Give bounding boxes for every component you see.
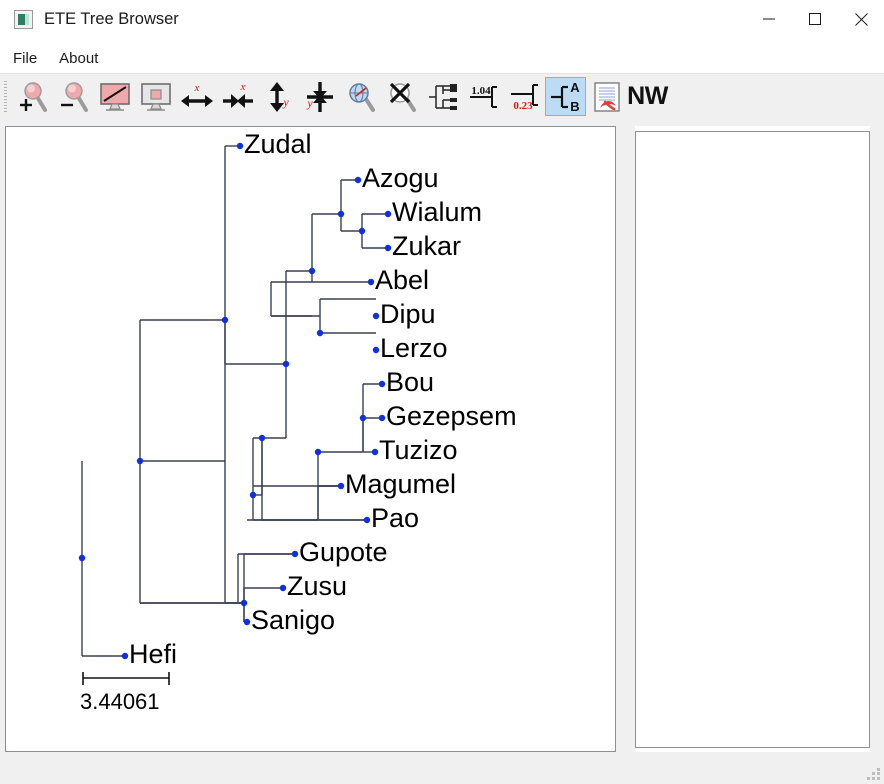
newick-button[interactable]: NW	[627, 77, 668, 116]
scale-bar: 3.44061	[80, 672, 170, 714]
magnifier-minus-icon	[60, 81, 88, 112]
maximize-button[interactable]	[792, 0, 838, 38]
leaf-label: Zukar	[392, 231, 461, 261]
leaf-names-ab-icon: A B	[550, 80, 580, 114]
expand-x-button[interactable]: x	[176, 77, 217, 116]
leaf-label: Zudal	[244, 129, 312, 159]
maximize-icon	[809, 13, 821, 25]
fit-screen-button[interactable]	[94, 77, 135, 116]
window-controls	[746, 0, 884, 38]
pane-background-bottom	[0, 752, 884, 784]
leaf-label: Tuzizo	[379, 435, 458, 465]
leaf-label: Pao	[371, 503, 419, 533]
expand-y-button[interactable]: y	[258, 77, 299, 116]
tree-leaf-nodes	[121, 142, 392, 660]
tree-leaf-labels: Zudal Azogu Wialum Zukar Abel Dipu Lerzo…	[129, 129, 517, 669]
toolbar: x x y y 1.04 0.23 A B NW	[0, 73, 884, 120]
svg-text:x: x	[239, 81, 245, 93]
properties-panel[interactable]	[635, 131, 870, 748]
show-leaf-names-button[interactable]: A B	[545, 77, 586, 116]
pane-background-top	[0, 118, 884, 126]
toolbar-drag-handle[interactable]	[4, 80, 7, 113]
svg-text:y: y	[282, 95, 289, 109]
tree-canvas[interactable]: Zudal Azogu Wialum Zukar Abel Dipu Lerzo…	[5, 126, 616, 752]
leaf-label: Abel	[375, 265, 429, 295]
phylogenetic-tree: Zudal Azogu Wialum Zukar Abel Dipu Lerzo…	[78, 129, 517, 714]
document-render-icon	[593, 81, 620, 112]
leaf-label: Wialum	[392, 197, 482, 227]
resize-grip[interactable]	[867, 768, 880, 781]
show-topology-button[interactable]	[422, 77, 463, 116]
minimize-button[interactable]	[746, 0, 792, 38]
minimize-icon	[763, 18, 775, 20]
title-bar: ETE Tree Browser	[0, 0, 884, 38]
leaf-label: Zusu	[287, 571, 347, 601]
newick-label: NW	[627, 82, 668, 110]
menu-about[interactable]: About	[50, 48, 107, 69]
leaf-label: Magumel	[345, 469, 456, 499]
leaf-label: Gezepsem	[386, 401, 517, 431]
app-icon	[14, 9, 33, 29]
arrows-inward-x-icon: x	[222, 81, 253, 108]
pane-splitter[interactable]	[616, 126, 635, 752]
show-branch-length-button[interactable]: 1.04	[463, 77, 504, 116]
arrows-inward-y-icon: y	[306, 81, 333, 112]
svg-text:0.23: 0.23	[513, 100, 533, 112]
scale-bar-label: 3.44061	[80, 689, 160, 714]
search-node-button[interactable]	[340, 77, 381, 116]
leaf-label: Dipu	[380, 299, 436, 329]
arrows-vertical-y-icon: y	[269, 81, 289, 112]
svg-text:x: x	[193, 82, 199, 94]
menu-bar: File About	[0, 44, 884, 72]
pane-background-right	[870, 118, 884, 784]
leaf-label: Sanigo	[251, 605, 335, 635]
arrows-horizontal-x-icon: x	[180, 82, 213, 107]
render-image-button[interactable]	[586, 77, 627, 116]
svg-text:B: B	[570, 99, 579, 114]
show-support-button[interactable]: 0.23	[504, 77, 545, 116]
tree-topology-icon	[428, 83, 457, 110]
branch-length-104-icon: 1.04	[469, 85, 497, 108]
monitor-diagonal-icon	[99, 82, 130, 111]
leaf-label: Azogu	[362, 163, 439, 193]
monitor-square-icon	[140, 82, 171, 111]
fit-window-button[interactable]	[135, 77, 176, 116]
clear-search-button[interactable]	[381, 77, 422, 116]
magnifier-plus-icon	[19, 81, 47, 112]
leaf-label: Bou	[386, 367, 434, 397]
leaf-label: Hefi	[129, 639, 177, 669]
svg-text:A: A	[570, 80, 580, 95]
magnifier-cross-icon	[389, 82, 416, 112]
close-icon	[854, 12, 868, 26]
shrink-y-button[interactable]: y	[299, 77, 340, 116]
svg-text:1.04: 1.04	[471, 85, 491, 97]
window-title: ETE Tree Browser	[44, 9, 179, 28]
menu-file[interactable]: File	[4, 48, 46, 69]
leaf-label: Lerzo	[380, 333, 448, 363]
magnifier-globe-icon	[348, 82, 375, 112]
zoom-in-button[interactable]	[12, 77, 53, 116]
close-button[interactable]	[838, 0, 884, 38]
leaf-label: Gupote	[299, 537, 388, 567]
branch-support-023-icon: 0.23	[510, 83, 538, 112]
zoom-out-button[interactable]	[53, 77, 94, 116]
shrink-x-button[interactable]: x	[217, 77, 258, 116]
